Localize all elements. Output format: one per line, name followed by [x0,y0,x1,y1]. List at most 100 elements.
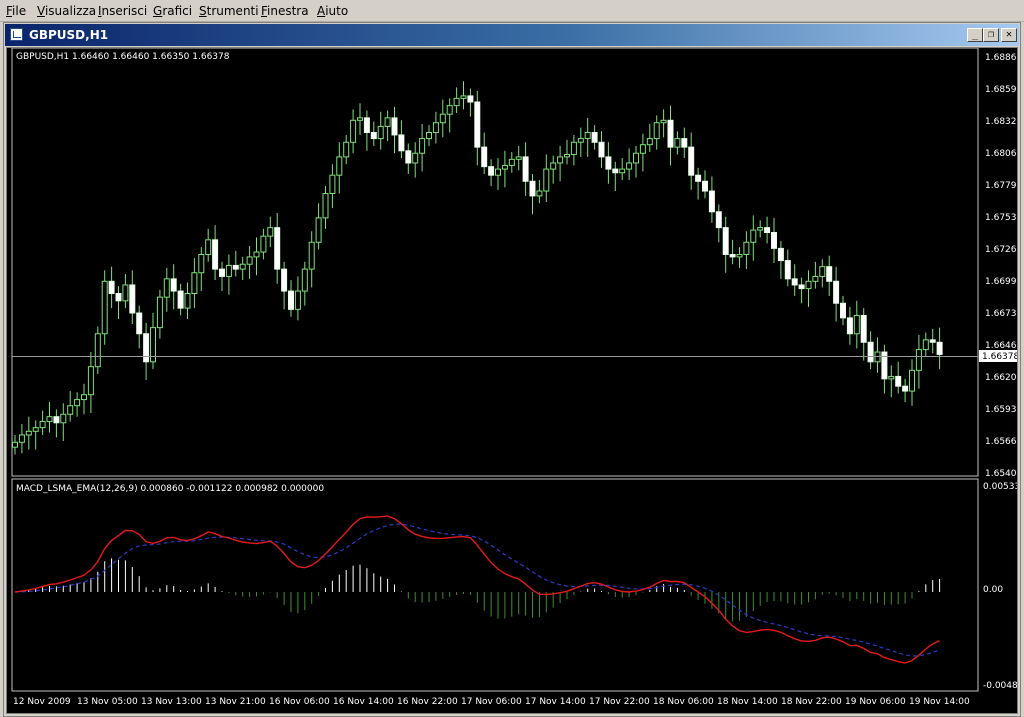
candle-body [336,156,343,176]
candle-body [488,166,495,176]
menu-aiuto[interactable]: Aiuto [317,4,348,18]
minimize-button[interactable]: _ [967,28,983,42]
candle [336,142,343,194]
candle-body [198,253,205,274]
candle [729,239,736,265]
current-price-label: 1.66378 [982,352,1017,362]
candle-body [87,366,94,396]
close-button[interactable]: ✕ [1001,28,1017,42]
candle [812,261,819,289]
candle [274,212,281,284]
candle [639,133,646,172]
candle [612,161,619,192]
candle-body [453,97,460,107]
candle-body [177,290,184,309]
candle [412,142,419,178]
candle-body [826,266,833,282]
candle [60,403,67,442]
candle-body [439,113,446,124]
candle-body [101,280,108,335]
candle-body [646,138,653,146]
candle-body [846,317,853,335]
candle-body [750,229,757,243]
candle [136,305,143,349]
window-titlebar[interactable]: GBPUSD,H1 _ ❐ ✕ [5,24,1019,46]
candle-body [115,292,122,302]
candle [929,328,936,354]
candle-body [412,152,419,164]
restore-button[interactable]: ❐ [983,28,999,42]
time-tick: 18 Nov 22:00 [781,697,842,707]
candle [81,383,87,415]
candle-body [419,138,426,154]
candle [398,120,405,159]
menu-inserisci[interactable]: Inserisci [98,4,147,18]
candle [495,158,501,190]
menu-file[interactable]: File [6,4,26,18]
candle [426,125,432,146]
candle [536,180,543,204]
chart-area[interactable]: 1.66378 GBPUSD,H1 1.66460 1.66460 1.6635… [6,47,1018,714]
candle-body [667,119,674,148]
candle-body [653,122,660,140]
candle [219,261,225,292]
time-tick: 13 Nov 05:00 [77,697,138,707]
candle-body [819,266,826,277]
time-tick: 16 Nov 22:00 [397,697,458,707]
candle [853,300,860,349]
candle [833,266,840,322]
candle-body [294,290,301,310]
candle [177,283,184,316]
time-axis: 12 Nov 2009 13 Nov 05:00 13 Nov 13:00 13… [13,697,970,707]
candle-body [805,280,812,290]
candle-body [570,141,577,155]
candle [771,217,777,263]
candle-body [543,168,550,192]
candle-body [860,314,867,343]
candle [184,282,191,320]
candle-body [67,405,74,415]
candle [12,434,18,455]
candle-body [267,227,274,237]
candle-body [239,263,246,270]
time-tick: 16 Nov 14:00 [333,697,394,707]
candle [826,255,833,296]
candle-body [922,339,929,351]
menu-grafici[interactable]: Grafici [153,4,192,18]
candle-body [481,146,488,168]
candle [46,402,53,433]
candle-body [888,375,895,380]
candle [232,250,239,277]
chart-canvas[interactable]: 1.66378 GBPUSD,H1 1.66460 1.66460 1.6635… [7,48,1017,713]
candle-body [708,190,715,213]
macd-y-axis: 0.005332 0.00 -0.00483 [983,482,1017,691]
candle-body [446,105,453,115]
price-tick: 1.65665 [985,437,1017,447]
time-tick: 19 Nov 06:00 [845,697,906,707]
candle [750,215,757,261]
candle-body [136,312,143,335]
candle [626,148,633,181]
candle [702,170,708,199]
menu-visualizza[interactable]: Visualizza [37,4,96,18]
menu-strumenti[interactable]: Strumenti [199,4,259,18]
candle-body [633,152,639,164]
candle [598,131,605,168]
candle-body [529,180,536,197]
price-tick: 1.67260 [985,245,1017,255]
candle-body [557,156,564,164]
candle-body [219,268,225,277]
candle-body [25,430,32,436]
menu-finestra[interactable]: Finestra [261,4,309,18]
candle-body [129,284,136,314]
candle [53,409,60,438]
candle-body [108,280,115,294]
candle [764,216,771,244]
candle [370,121,377,146]
candle-body [501,164,508,170]
candle [281,261,288,310]
candle [170,264,177,310]
price-tick: 1.65935 [985,405,1017,415]
candle-body [232,264,239,270]
time-tick: 19 Nov 14:00 [909,697,970,707]
